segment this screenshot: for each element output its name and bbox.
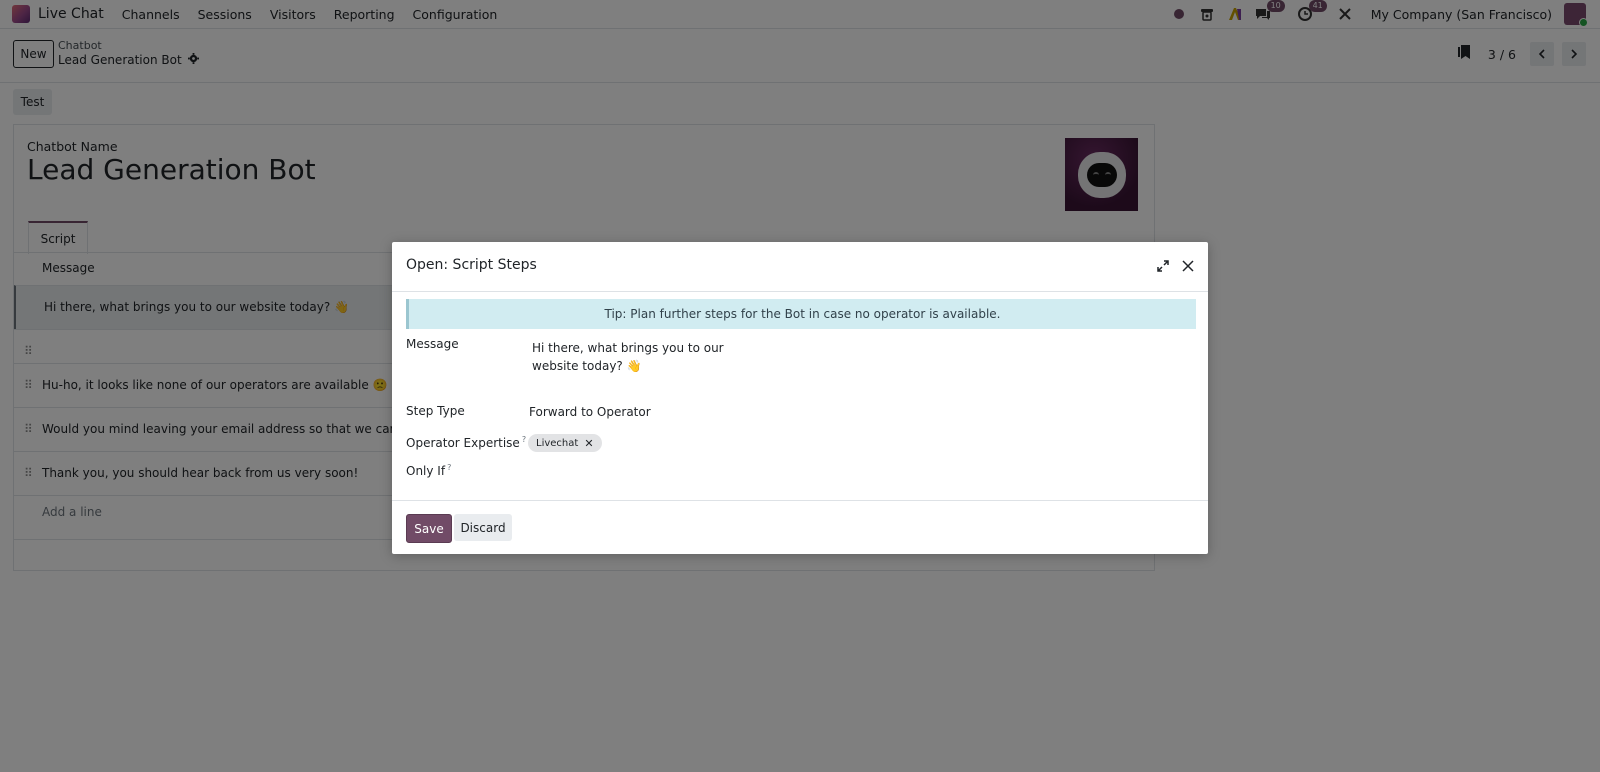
help-icon[interactable]: ?	[522, 435, 526, 444]
message-field[interactable]: Hi there, what brings you to our website…	[532, 339, 752, 375]
step-type-label: Step Type	[406, 404, 465, 418]
save-button[interactable]: Save	[406, 514, 452, 543]
dialog-header: Open: Script Steps	[392, 242, 1208, 292]
app-root: Live Chat Channels Sessions Visitors Rep…	[0, 0, 1600, 772]
only-if-label: Only If?	[406, 463, 452, 478]
expertise-tag-label: Livechat	[536, 437, 579, 449]
remove-tag-icon[interactable]: ✕	[584, 437, 593, 450]
script-steps-dialog: Open: Script Steps Tip: Plan further ste…	[392, 242, 1208, 554]
dialog-title: Open: Script Steps	[406, 257, 537, 273]
message-label: Message	[406, 337, 459, 351]
operator-expertise-label: Operator Expertise?	[406, 435, 527, 450]
help-icon[interactable]: ?	[447, 463, 451, 472]
expertise-tag: Livechat ✕	[528, 434, 602, 452]
dialog-footer: Save Discard	[392, 500, 1208, 555]
tip-alert: Tip: Plan further steps for the Bot in c…	[406, 299, 1196, 329]
close-icon[interactable]	[1180, 258, 1196, 274]
expand-icon[interactable]	[1156, 259, 1170, 273]
discard-button[interactable]: Discard	[454, 514, 512, 541]
step-type-field[interactable]: Forward to Operator	[529, 405, 651, 419]
